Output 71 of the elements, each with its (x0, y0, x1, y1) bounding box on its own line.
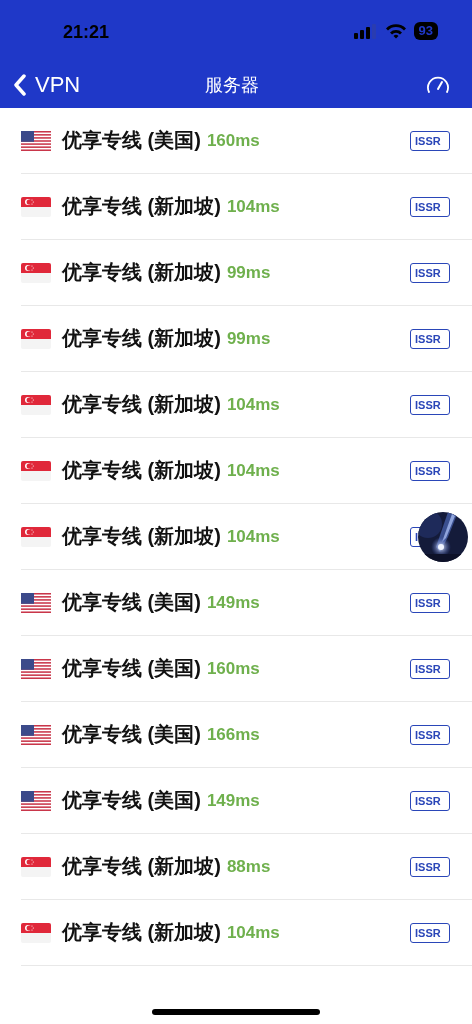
flag-icon (21, 526, 51, 547)
server-name: 优享专线 (新加坡) (62, 392, 221, 417)
signal-icon (353, 23, 378, 39)
back-button[interactable]: VPN (14, 72, 81, 98)
latency-label: 88ms (226, 856, 271, 877)
server-name: 优享专线 (新加坡) (62, 194, 221, 219)
server-row[interactable]: 优享专线 (新加坡) 104ms ISSR (21, 900, 472, 966)
server-name: 优享专线 (新加坡) (62, 854, 221, 879)
latency-label: 149ms (206, 592, 260, 613)
flag-icon (21, 922, 51, 943)
server-name: 优享专线 (美国) (62, 128, 201, 153)
protocol-tag: ISSR (410, 592, 450, 613)
server-name: 优享专线 (新加坡) (62, 260, 221, 285)
protocol-tag: ISSR (410, 262, 450, 283)
flag-icon (21, 856, 51, 877)
protocol-tag: ISSR (410, 658, 450, 679)
server-row[interactable]: 优享专线 (美国) 149ms ISSR (21, 768, 472, 834)
server-name: 优享专线 (美国) (62, 722, 201, 747)
protocol-tag: ISSR (410, 790, 450, 811)
server-row[interactable]: 优享专线 (新加坡) 104ms ISSR (21, 372, 472, 438)
flag-icon (21, 196, 51, 217)
nav-title: 服务器 (205, 74, 259, 97)
server-row[interactable]: 优享专线 (新加坡) 99ms ISSR (21, 306, 472, 372)
latency-label: 99ms (226, 328, 271, 349)
server-name: 优享专线 (新加坡) (62, 458, 221, 483)
latency-label: 160ms (206, 658, 260, 679)
server-row[interactable]: 优享专线 (新加坡) 104ms ISSR (21, 174, 472, 240)
latency-label: 104ms (226, 196, 280, 217)
protocol-tag: ISSR (410, 328, 450, 349)
server-row[interactable]: 优享专线 (美国) 160ms ISSR (21, 108, 472, 174)
latency-label: 149ms (206, 790, 260, 811)
server-name: 优享专线 (美国) (62, 656, 201, 681)
server-name: 优享专线 (美国) (62, 788, 201, 813)
flag-icon (21, 262, 51, 283)
latency-label: 166ms (206, 724, 260, 745)
flag-icon (21, 592, 51, 613)
server-row[interactable]: 优享专线 (美国) 166ms ISSR (21, 702, 472, 768)
server-name: 优享专线 (美国) (62, 590, 201, 615)
protocol-tag: ISSR (410, 394, 450, 415)
protocol-tag: ISSR (410, 130, 450, 151)
status-time: 21:21 (63, 20, 110, 43)
wifi-icon (384, 23, 407, 39)
flag-icon (21, 130, 51, 151)
battery-level: 93 (413, 22, 438, 40)
latency-label: 104ms (226, 922, 280, 943)
protocol-tag: ISSR (410, 724, 450, 745)
protocol-tag: ISSR (410, 460, 450, 481)
server-name: 优享专线 (新加坡) (62, 326, 221, 351)
latency-label: 104ms (226, 526, 280, 547)
server-name: 优享专线 (新加坡) (62, 524, 221, 549)
server-row[interactable]: 优享专线 (新加坡) 88ms ISSR (21, 834, 472, 900)
flag-icon (21, 790, 51, 811)
server-row[interactable]: 优享专线 (新加坡) 104ms ISSR (21, 438, 472, 504)
protocol-tag: ISSR (410, 856, 450, 877)
protocol-tag: ISSR (410, 922, 450, 943)
flag-icon (21, 724, 51, 745)
latency-label: 104ms (226, 460, 280, 481)
back-chevron-icon (14, 74, 26, 96)
server-row[interactable]: 优享专线 (美国) 149ms ISSR (21, 570, 472, 636)
flag-icon (21, 460, 51, 481)
speedometer-icon[interactable] (426, 74, 450, 96)
server-row[interactable]: 优享专线 (美国) 160ms ISSR (21, 636, 472, 702)
latency-label: 160ms (206, 130, 260, 151)
flag-icon (21, 394, 51, 415)
latency-label: 99ms (226, 262, 271, 283)
server-name: 优享专线 (新加坡) (62, 920, 221, 945)
server-row[interactable]: 优享专线 (新加坡) 99ms ISSR (21, 240, 472, 306)
flag-icon (21, 658, 51, 679)
flag-icon (21, 328, 51, 349)
latency-label: 104ms (226, 394, 280, 415)
protocol-tag: ISSR (410, 196, 450, 217)
